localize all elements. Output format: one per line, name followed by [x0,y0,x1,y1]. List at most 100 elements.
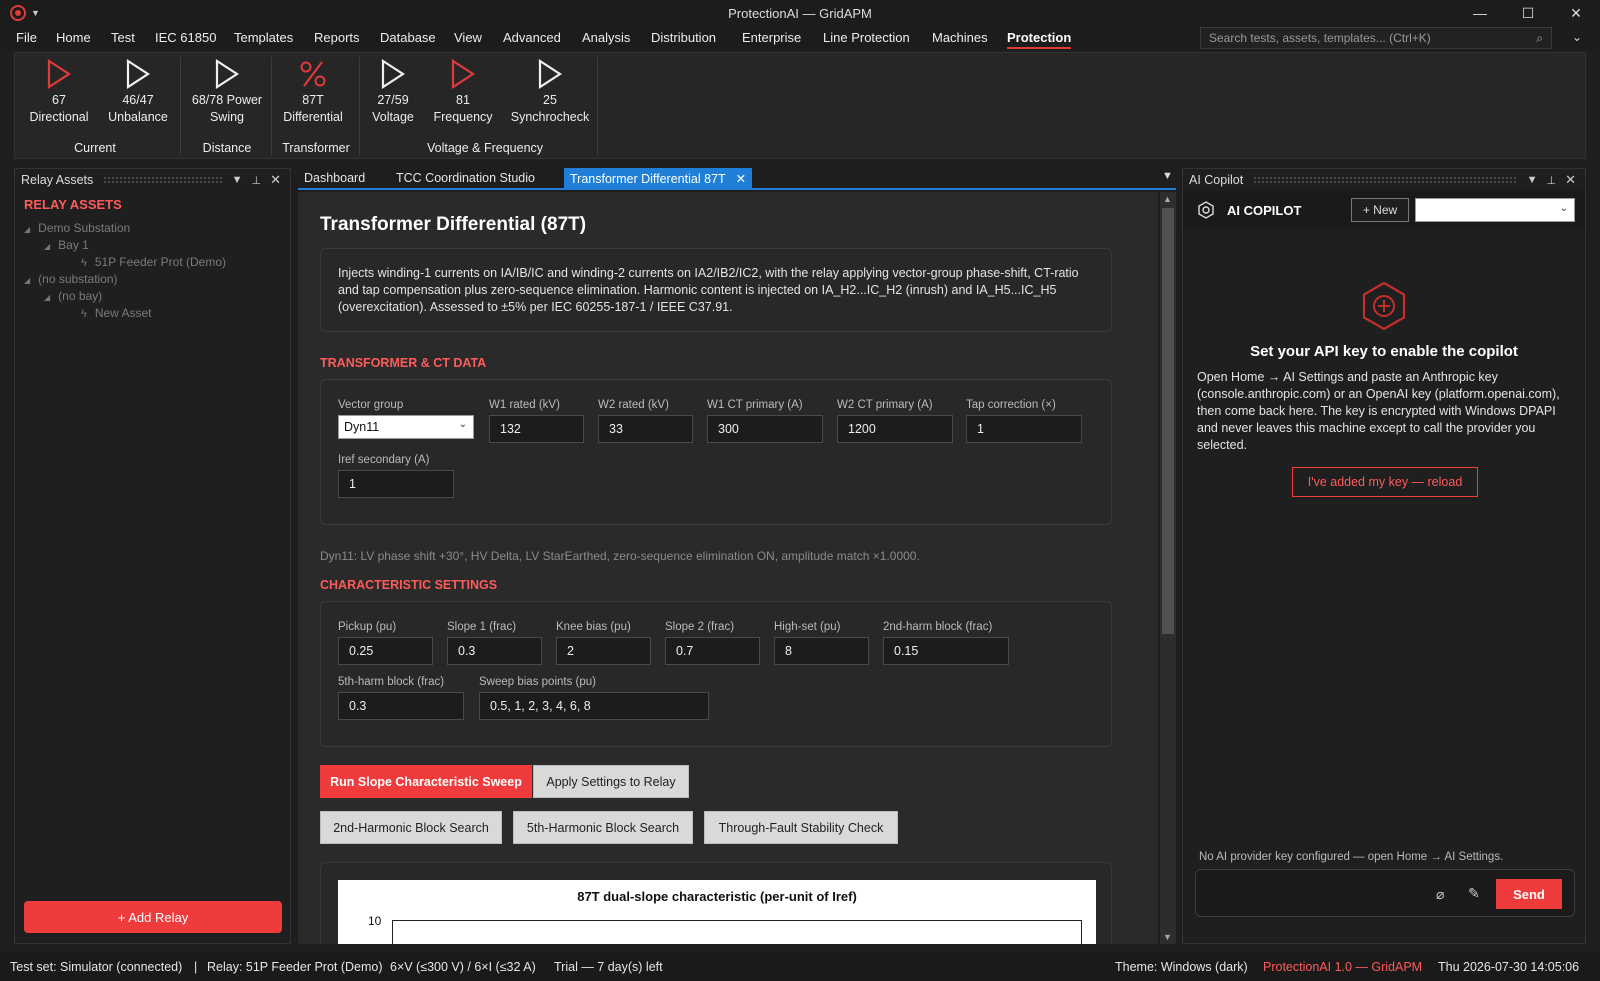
menu-enterprise[interactable]: Enterprise [742,30,801,45]
tab-dashboard[interactable]: Dashboard [298,168,371,188]
pickup-input[interactable]: 0.25 [338,637,433,665]
close-icon[interactable]: ✕ [270,172,281,188]
menu-distribution[interactable]: Distribution [651,30,716,45]
scrollbar-thumb[interactable] [1162,208,1174,634]
h2-block-input[interactable]: 0.15 [883,637,1009,665]
expand-arrow-icon[interactable]: ◢ [44,293,50,302]
menu-test[interactable]: Test [111,30,135,45]
slope1-input[interactable]: 0.3 [447,637,542,665]
tab-tcc-coordination-studio[interactable]: TCC Coordination Studio [390,168,541,188]
expand-arrow-icon[interactable]: ◢ [24,276,30,285]
pin-icon[interactable]: ⊥ [1547,174,1557,187]
select-value: Dyn11 [344,420,380,434]
minimize-button[interactable]: — [1456,0,1504,26]
through-fault-stability-button[interactable]: Through-Fault Stability Check [704,811,898,844]
ribbon-25-synchrocheck-button[interactable]: 25 Synchrocheck [505,59,595,126]
ribbon-button-number: 46/47 [122,93,154,107]
no-key-note: No AI provider key configured — open Hom… [1199,851,1504,863]
apply-settings-button[interactable]: Apply Settings to Relay [533,765,689,798]
tree-node-substation[interactable]: ◢ Demo Substation [24,221,130,235]
expand-arrow-icon[interactable]: ◢ [44,242,50,251]
vector-group-select[interactable]: Dyn11 ⌄ [338,415,474,439]
menu-advanced[interactable]: Advanced [503,30,561,45]
send-button[interactable]: Send [1496,879,1562,909]
tap-correction-input[interactable]: 1 [966,415,1082,443]
field-label: W2 rated (kV) [598,399,669,411]
tree-node-substation[interactable]: ◢ (no substation) [24,272,118,286]
menu-iec61850[interactable]: IEC 61850 [155,30,216,45]
field-label: Tap correction (×) [966,399,1056,411]
chat-input[interactable]: ⌀ ✎ Send [1195,869,1575,917]
menu-file[interactable]: File [16,30,37,45]
content-scrollbar[interactable]: ▲ ▼ [1160,192,1176,944]
h5-block-input[interactable]: 0.3 [338,692,464,720]
ribbon-67-directional-button[interactable]: 67 Directional [29,59,89,126]
new-chat-button[interactable]: + New [1351,198,1409,222]
status-trial: Trial — 7 day(s) left [554,960,663,974]
app-logo-icon[interactable] [10,5,26,21]
menu-templates[interactable]: Templates [234,30,293,45]
close-icon[interactable]: ✕ [1565,172,1576,188]
w1-rated-input[interactable]: 132 [489,415,584,443]
tap-correction-field: Tap correction (×) 1 [966,399,1082,443]
ribbon-2759-voltage-button[interactable]: 27/59 Voltage [365,59,421,126]
slope2-field: Slope 2 (frac) 0.7 [665,621,760,665]
close-tab-icon[interactable]: ✕ [736,172,746,186]
global-search-input[interactable]: Search tests, assets, templates... (Ctrl… [1200,27,1552,49]
panel-grip[interactable] [1253,176,1517,184]
ribbon-4647-unbalance-button[interactable]: 46/47 Unbalance [105,59,171,126]
quick-access-caret-icon[interactable]: ▼ [31,8,40,18]
pin-icon[interactable]: ⊥ [252,174,262,187]
reload-key-button[interactable]: I've added my key — reload [1292,467,1478,497]
menu-home[interactable]: Home [56,30,91,45]
h2-block-search-button[interactable]: 2nd-Harmonic Block Search [320,811,502,844]
menu-database[interactable]: Database [380,30,436,45]
expand-arrow-icon[interactable]: ◢ [24,225,30,234]
search-icon[interactable]: ⌕ [1536,31,1543,46]
run-slope-sweep-button[interactable]: Run Slope Characteristic Sweep [320,765,532,798]
h5-block-search-button[interactable]: 5th-Harmonic Block Search [513,811,693,844]
menu-analysis[interactable]: Analysis [582,30,630,45]
menu-view[interactable]: View [454,30,482,45]
knee-bias-field: Knee bias (pu) 2 [556,621,651,665]
menu-protection[interactable]: Protection [1007,30,1072,49]
ribbon-collapse-chevron-icon[interactable]: ⌄ [1572,30,1582,44]
w2-rated-input[interactable]: 33 [598,415,693,443]
scroll-down-arrow-icon[interactable]: ▼ [1163,932,1172,942]
add-relay-button[interactable]: + Add Relay [24,901,282,933]
panel-grip[interactable] [103,176,222,184]
sweep-bias-input[interactable]: 0.5, 1, 2, 3, 4, 6, 8 [479,692,709,720]
microphone-icon[interactable]: ✎ [1468,885,1480,902]
tab-overflow-menu-icon[interactable]: ▼ [1162,170,1173,182]
menu-reports[interactable]: Reports [314,30,360,45]
slope2-input[interactable]: 0.7 [665,637,760,665]
ribbon-6878-power-swing-button[interactable]: 68/78 Power Swing [187,59,267,126]
tree-node-bay[interactable]: ◢ Bay 1 [44,238,89,252]
ribbon-81-frequency-button[interactable]: 81 Frequency [429,59,497,126]
tree-node-relay[interactable]: ϟ New Asset [81,306,152,320]
relay-assets-heading: RELAY ASSETS [24,197,122,212]
panel-menu-chevron-icon[interactable]: ▼ [232,174,243,186]
menu-machines[interactable]: Machines [932,30,988,45]
high-set-input[interactable]: 8 [774,637,869,665]
close-window-button[interactable]: ✕ [1552,0,1600,26]
scroll-up-arrow-icon[interactable]: ▲ [1163,194,1172,204]
w2-ct-primary-input[interactable]: 1200 [837,415,953,443]
provider-select[interactable]: ⌄ [1415,198,1575,222]
ribbon-87t-differential-button[interactable]: 87T Differential [278,59,348,126]
maximize-button[interactable]: ☐ [1504,0,1552,26]
ribbon-button-label: Differential [283,110,343,124]
play-triangle-icon [47,59,72,89]
panel-menu-chevron-icon[interactable]: ▼ [1527,174,1538,186]
copilot-hex-logo-icon [1362,281,1406,331]
menu-line-protection[interactable]: Line Protection [823,30,910,45]
knee-bias-input[interactable]: 2 [556,637,651,665]
iref-secondary-input[interactable]: 1 [338,470,454,498]
copilot-header: AI COPILOT + New ⌄ [1183,191,1585,229]
tab-transformer-differential[interactable]: Transformer Differential 87T ✕ [564,168,753,188]
tree-node-relay[interactable]: ϟ 51P Feeder Prot (Demo) [81,255,226,269]
status-relay: Relay: 51P Feeder Prot (Demo) [207,960,383,974]
w1-ct-primary-input[interactable]: 300 [707,415,823,443]
attach-paperclip-icon[interactable]: ⌀ [1436,886,1444,903]
tree-node-bay[interactable]: ◢ (no bay) [44,289,102,303]
